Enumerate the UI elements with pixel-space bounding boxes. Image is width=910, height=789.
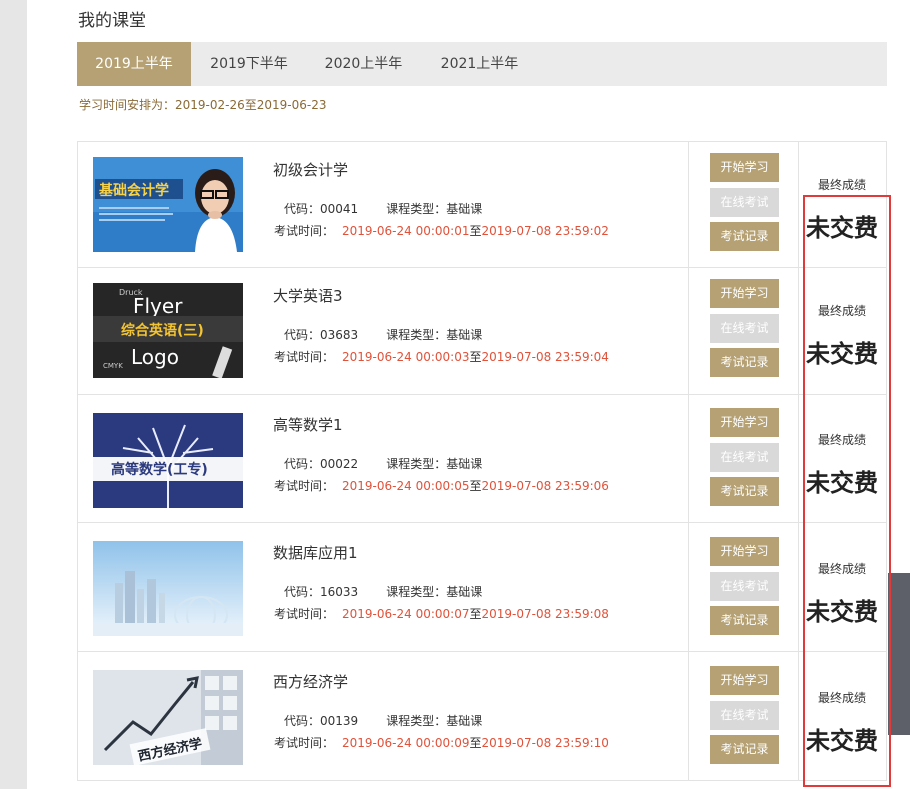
start-study-button[interactable]: 开始学习 bbox=[710, 279, 779, 308]
online-exam-button[interactable]: 在线考试 bbox=[710, 701, 779, 730]
exam-record-button[interactable]: 考试记录 bbox=[710, 348, 779, 377]
start-study-button[interactable]: 开始学习 bbox=[710, 666, 779, 695]
final-score-label: 最终成绩 bbox=[817, 691, 866, 705]
course-thumbnail[interactable]: 西方经济学 bbox=[93, 670, 243, 765]
tab-2021-first-half[interactable]: 2021上半年 bbox=[420, 42, 539, 86]
start-study-button[interactable]: 开始学习 bbox=[710, 153, 779, 182]
divider bbox=[688, 652, 689, 781]
online-exam-button[interactable]: 在线考试 bbox=[710, 188, 779, 217]
divider bbox=[798, 652, 799, 781]
course-type: 基础课 bbox=[446, 714, 483, 728]
final-score-value: 未交费 bbox=[806, 340, 878, 368]
exam-record-button[interactable]: 考试记录 bbox=[710, 222, 779, 251]
final-score-value: 未交费 bbox=[806, 598, 878, 626]
course-meta: 代码：00022 课程类型：基础课 bbox=[284, 457, 483, 471]
course-thumbnail[interactable]: 基础会计学 bbox=[93, 157, 243, 252]
exam-time: 考试时间： 2019-06-24 00:00:03至2019-07-08 23:5… bbox=[274, 350, 609, 364]
course-row: Druck Flyer 综合英语(三) Logo CMYK 大学英语3 代码：0… bbox=[78, 268, 886, 395]
svg-text:基础会计学: 基础会计学 bbox=[99, 182, 169, 199]
economics-chart-thumbnail: 西方经济学 bbox=[93, 670, 243, 765]
course-thumbnail[interactable]: Druck Flyer 综合英语(三) Logo CMYK bbox=[93, 283, 243, 378]
divider bbox=[798, 523, 799, 652]
course-type: 基础课 bbox=[446, 457, 483, 471]
course-name[interactable]: 数据库应用1 bbox=[273, 542, 358, 563]
course-row: 数据库应用1 代码：16033 课程类型：基础课 考试时间： 2019-06-24 … bbox=[78, 523, 886, 652]
final-score-label: 最终成绩 bbox=[817, 304, 866, 318]
exam-time: 考试时间： 2019-06-24 00:00:09至2019-07-08 23:5… bbox=[274, 736, 609, 750]
divider bbox=[798, 395, 799, 523]
semester-tabs: 2019上半年 2019下半年 2020上半年 2021上半年 bbox=[77, 42, 887, 86]
exam-time: 考试时间： 2019-06-24 00:00:07至2019-07-08 23:5… bbox=[274, 607, 609, 621]
course-thumbnail[interactable]: 高等数学(工专) bbox=[93, 413, 243, 508]
course-code: 16033 bbox=[320, 585, 359, 599]
course-meta: 代码：00139 课程类型：基础课 bbox=[284, 714, 483, 728]
exam-time: 考试时间： 2019-06-24 00:00:01至2019-07-08 23:5… bbox=[274, 224, 609, 238]
final-score-label: 最终成绩 bbox=[817, 562, 866, 576]
course-type: 基础课 bbox=[446, 202, 483, 216]
divider bbox=[688, 523, 689, 652]
divider bbox=[798, 268, 799, 395]
exam-record-button[interactable]: 考试记录 bbox=[710, 735, 779, 764]
schedule-label: 学习时间安排为： bbox=[79, 98, 176, 112]
page-title: 我的课堂 bbox=[78, 11, 146, 31]
svg-text:高等数学(工专): 高等数学(工专) bbox=[111, 461, 208, 478]
course-name[interactable]: 西方经济学 bbox=[273, 671, 348, 692]
tab-2019-first-half[interactable]: 2019上半年 bbox=[77, 42, 191, 86]
online-exam-button[interactable]: 在线考试 bbox=[710, 572, 779, 601]
flyer-logo-thumbnail: Druck Flyer 综合英语(三) Logo CMYK bbox=[93, 283, 243, 378]
course-type: 基础课 bbox=[446, 585, 483, 599]
start-study-button[interactable]: 开始学习 bbox=[710, 537, 779, 566]
course-row: 西方经济学 西方经济学 代码：00139 课程类型：基础课 考试时间： 2019-0… bbox=[78, 652, 886, 781]
divider bbox=[688, 395, 689, 523]
svg-text:综合英语(三): 综合英语(三) bbox=[121, 322, 204, 339]
course-name[interactable]: 大学英语3 bbox=[273, 285, 343, 306]
course-code: 00139 bbox=[320, 714, 359, 728]
course-meta: 代码：03683 课程类型：基础课 bbox=[284, 328, 483, 342]
tab-2019-second-half[interactable]: 2019下半年 bbox=[191, 42, 307, 86]
course-meta: 代码：16033 课程类型：基础课 bbox=[284, 585, 483, 599]
final-score-label: 最终成绩 bbox=[817, 433, 866, 447]
course-list: 基础会计学 初级会计学 代码：00041 课程类型：基础课 考试时间： 2019-0… bbox=[77, 141, 887, 781]
course-name[interactable]: 初级会计学 bbox=[273, 159, 348, 180]
math-tree-thumbnail: 高等数学(工专) bbox=[93, 413, 243, 508]
right-floating-tab[interactable] bbox=[888, 573, 910, 735]
city-skyline-thumbnail bbox=[93, 541, 243, 636]
course-meta: 代码：00041 课程类型：基础课 bbox=[284, 202, 483, 216]
svg-text:CMYK: CMYK bbox=[103, 362, 123, 370]
divider bbox=[688, 268, 689, 395]
divider bbox=[798, 142, 799, 268]
svg-text:Logo: Logo bbox=[131, 345, 179, 369]
final-score-value: 未交费 bbox=[806, 214, 878, 242]
course-code: 00022 bbox=[320, 457, 359, 471]
start-study-button[interactable]: 开始学习 bbox=[710, 408, 779, 437]
exam-record-button[interactable]: 考试记录 bbox=[710, 477, 779, 506]
course-code: 03683 bbox=[320, 328, 359, 342]
course-thumbnail[interactable] bbox=[93, 541, 243, 636]
course-type: 基础课 bbox=[446, 328, 483, 342]
online-exam-button[interactable]: 在线考试 bbox=[710, 314, 779, 343]
course-row: 基础会计学 初级会计学 代码：00041 课程类型：基础课 考试时间： 2019-0… bbox=[78, 142, 886, 268]
final-score-value: 未交费 bbox=[806, 727, 878, 755]
exam-record-button[interactable]: 考试记录 bbox=[710, 606, 779, 635]
divider bbox=[688, 142, 689, 268]
exam-time: 考试时间： 2019-06-24 00:00:05至2019-07-08 23:5… bbox=[274, 479, 609, 493]
course-code: 00041 bbox=[320, 202, 359, 216]
final-score-label: 最终成绩 bbox=[817, 178, 866, 192]
course-row: 高等数学(工专) 高等数学1 代码：00022 课程类型：基础课 考试时间： 201… bbox=[78, 395, 886, 523]
woman-with-glasses-thumbnail: 基础会计学 bbox=[93, 157, 243, 252]
schedule-value: 2019-02-26至2019-06-23 bbox=[175, 98, 327, 112]
online-exam-button[interactable]: 在线考试 bbox=[710, 443, 779, 472]
study-schedule: 学习时间安排为：2019-02-26至2019-06-23 bbox=[79, 96, 327, 113]
svg-text:Flyer: Flyer bbox=[133, 294, 183, 318]
tab-2020-first-half[interactable]: 2020上半年 bbox=[307, 42, 420, 86]
final-score-value: 未交费 bbox=[806, 469, 878, 497]
left-sidebar-strip bbox=[0, 0, 27, 789]
course-name[interactable]: 高等数学1 bbox=[273, 414, 343, 435]
